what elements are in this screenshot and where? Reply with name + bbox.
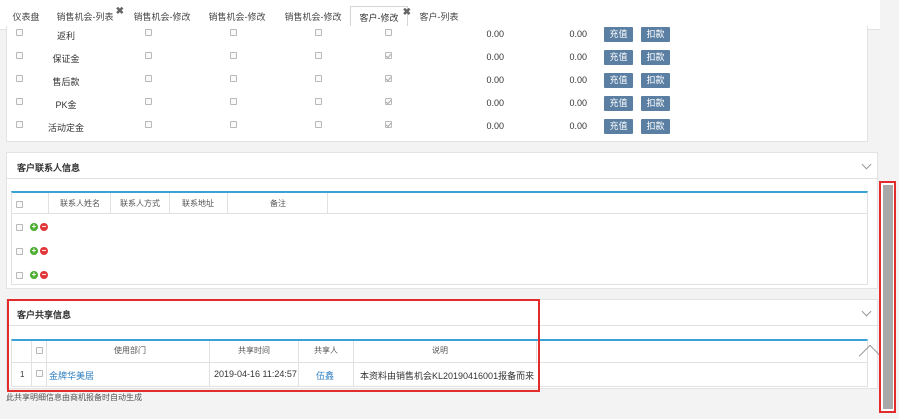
table-row: + − bbox=[12, 246, 867, 266]
close-icon[interactable]: ✖ bbox=[116, 1, 124, 23]
remove-row-icon[interactable]: − bbox=[40, 271, 48, 279]
option-checkbox bbox=[385, 29, 392, 36]
add-row-icon[interactable]: + bbox=[30, 247, 38, 255]
contacts-header-remark: 备注 bbox=[270, 199, 286, 208]
amount-2: 0.00 bbox=[569, 98, 587, 108]
amount-1: 0.00 bbox=[486, 98, 504, 108]
tab-label: 销售机会-列表 bbox=[56, 12, 114, 22]
account-row: PK金 0.00 0.00 充值 扣款 bbox=[0, 92, 870, 115]
account-name: 保证金 bbox=[52, 54, 80, 64]
deduct-button[interactable]: 扣款 bbox=[641, 96, 670, 111]
add-row-icon[interactable]: + bbox=[30, 223, 38, 231]
account-name: 活动定金 bbox=[47, 123, 84, 133]
close-icon[interactable]: ✖ bbox=[403, 2, 411, 24]
option-checkbox bbox=[230, 75, 237, 82]
col-divider bbox=[227, 193, 228, 213]
tab-label: 仪表盘 bbox=[12, 12, 40, 22]
option-checkbox bbox=[385, 75, 392, 82]
table-row: + − bbox=[12, 222, 867, 242]
amount-2: 0.00 bbox=[569, 29, 587, 39]
amount-1: 0.00 bbox=[486, 75, 504, 85]
option-checkbox bbox=[315, 29, 322, 36]
remove-row-icon[interactable]: − bbox=[40, 223, 48, 231]
tab-label: 客户-列表 bbox=[419, 12, 459, 22]
page: 仪表盘 销售机会-列表 ✖ 销售机会-修改 销售机会-修改 销售机会-修改 客户-… bbox=[0, 0, 899, 419]
account-row: 活动定金 0.00 0.00 充值 扣款 bbox=[0, 115, 870, 138]
option-checkbox bbox=[385, 98, 392, 105]
option-checkbox bbox=[230, 52, 237, 59]
deduct-button[interactable]: 扣款 bbox=[641, 27, 670, 42]
amount-1: 0.00 bbox=[486, 121, 504, 131]
divider bbox=[7, 178, 879, 179]
amount-2: 0.00 bbox=[569, 75, 587, 85]
contacts-title: 客户联系人信息 bbox=[17, 163, 81, 173]
col-divider bbox=[169, 193, 170, 213]
recharge-button[interactable]: 充值 bbox=[604, 96, 633, 111]
option-checkbox bbox=[385, 52, 392, 59]
option-checkbox bbox=[230, 121, 237, 128]
row-checkbox[interactable] bbox=[16, 75, 23, 82]
option-checkbox bbox=[315, 52, 322, 59]
deduct-button[interactable]: 扣款 bbox=[641, 50, 670, 65]
row-checkbox[interactable] bbox=[16, 248, 23, 255]
contacts-header-address: 联系地址 bbox=[182, 199, 214, 208]
option-checkbox bbox=[315, 75, 322, 82]
option-checkbox bbox=[145, 29, 152, 36]
col-divider bbox=[110, 193, 111, 213]
account-name: PK金 bbox=[55, 100, 77, 110]
option-checkbox bbox=[230, 29, 237, 36]
deduct-button[interactable]: 扣款 bbox=[641, 119, 670, 134]
option-checkbox bbox=[385, 121, 392, 128]
recharge-button[interactable]: 充值 bbox=[604, 73, 633, 88]
chevron-down-icon[interactable] bbox=[861, 306, 872, 317]
col-divider bbox=[327, 193, 328, 213]
chevron-down-icon[interactable] bbox=[861, 159, 872, 170]
recharge-button[interactable]: 充值 bbox=[604, 50, 633, 65]
option-checkbox bbox=[145, 98, 152, 105]
option-checkbox bbox=[145, 52, 152, 59]
account-name: 售后款 bbox=[52, 77, 80, 87]
row-checkbox[interactable] bbox=[16, 272, 23, 279]
scrollbar[interactable] bbox=[879, 181, 896, 413]
remove-row-icon[interactable]: − bbox=[40, 247, 48, 255]
account-row: 售后款 0.00 0.00 充值 扣款 bbox=[0, 69, 870, 92]
tab-label: 客户-修改 bbox=[359, 13, 399, 23]
divider bbox=[12, 213, 867, 214]
contacts-header-name: 联系人姓名 bbox=[60, 199, 100, 208]
tab-label: 销售机会-修改 bbox=[208, 12, 266, 22]
amount-2: 0.00 bbox=[569, 52, 587, 62]
tab-label: 销售机会-修改 bbox=[133, 12, 191, 22]
row-checkbox[interactable] bbox=[16, 29, 23, 36]
amount-1: 0.00 bbox=[486, 52, 504, 62]
deduct-button[interactable]: 扣款 bbox=[641, 73, 670, 88]
add-row-icon[interactable]: + bbox=[30, 271, 38, 279]
share-footnote: 此共享明细信息由商机报备时自动生成 bbox=[6, 393, 142, 402]
option-checkbox bbox=[145, 75, 152, 82]
row-checkbox[interactable] bbox=[16, 224, 23, 231]
amount-2: 0.00 bbox=[569, 121, 587, 131]
option-checkbox bbox=[230, 98, 237, 105]
row-checkbox[interactable] bbox=[16, 52, 23, 59]
recharge-button[interactable]: 充值 bbox=[604, 119, 633, 134]
option-checkbox bbox=[145, 121, 152, 128]
amount-1: 0.00 bbox=[486, 29, 504, 39]
option-checkbox bbox=[315, 121, 322, 128]
contacts-select-all-checkbox[interactable] bbox=[16, 201, 23, 208]
recharge-button[interactable]: 充值 bbox=[604, 27, 633, 42]
col-divider bbox=[48, 193, 49, 213]
contacts-header-phone: 联系人方式 bbox=[120, 199, 160, 208]
account-name: 返利 bbox=[56, 31, 75, 41]
row-checkbox[interactable] bbox=[16, 121, 23, 128]
scrollbar-thumb[interactable] bbox=[883, 185, 893, 409]
account-row: 保证金 0.00 0.00 充值 扣款 bbox=[0, 46, 870, 69]
table-row: + − bbox=[12, 270, 867, 290]
tab-label: 销售机会-修改 bbox=[284, 12, 342, 22]
row-checkbox[interactable] bbox=[16, 98, 23, 105]
account-row: 返利 0.00 0.00 充值 扣款 bbox=[0, 23, 870, 46]
option-checkbox bbox=[315, 98, 322, 105]
highlight-box bbox=[7, 299, 540, 392]
